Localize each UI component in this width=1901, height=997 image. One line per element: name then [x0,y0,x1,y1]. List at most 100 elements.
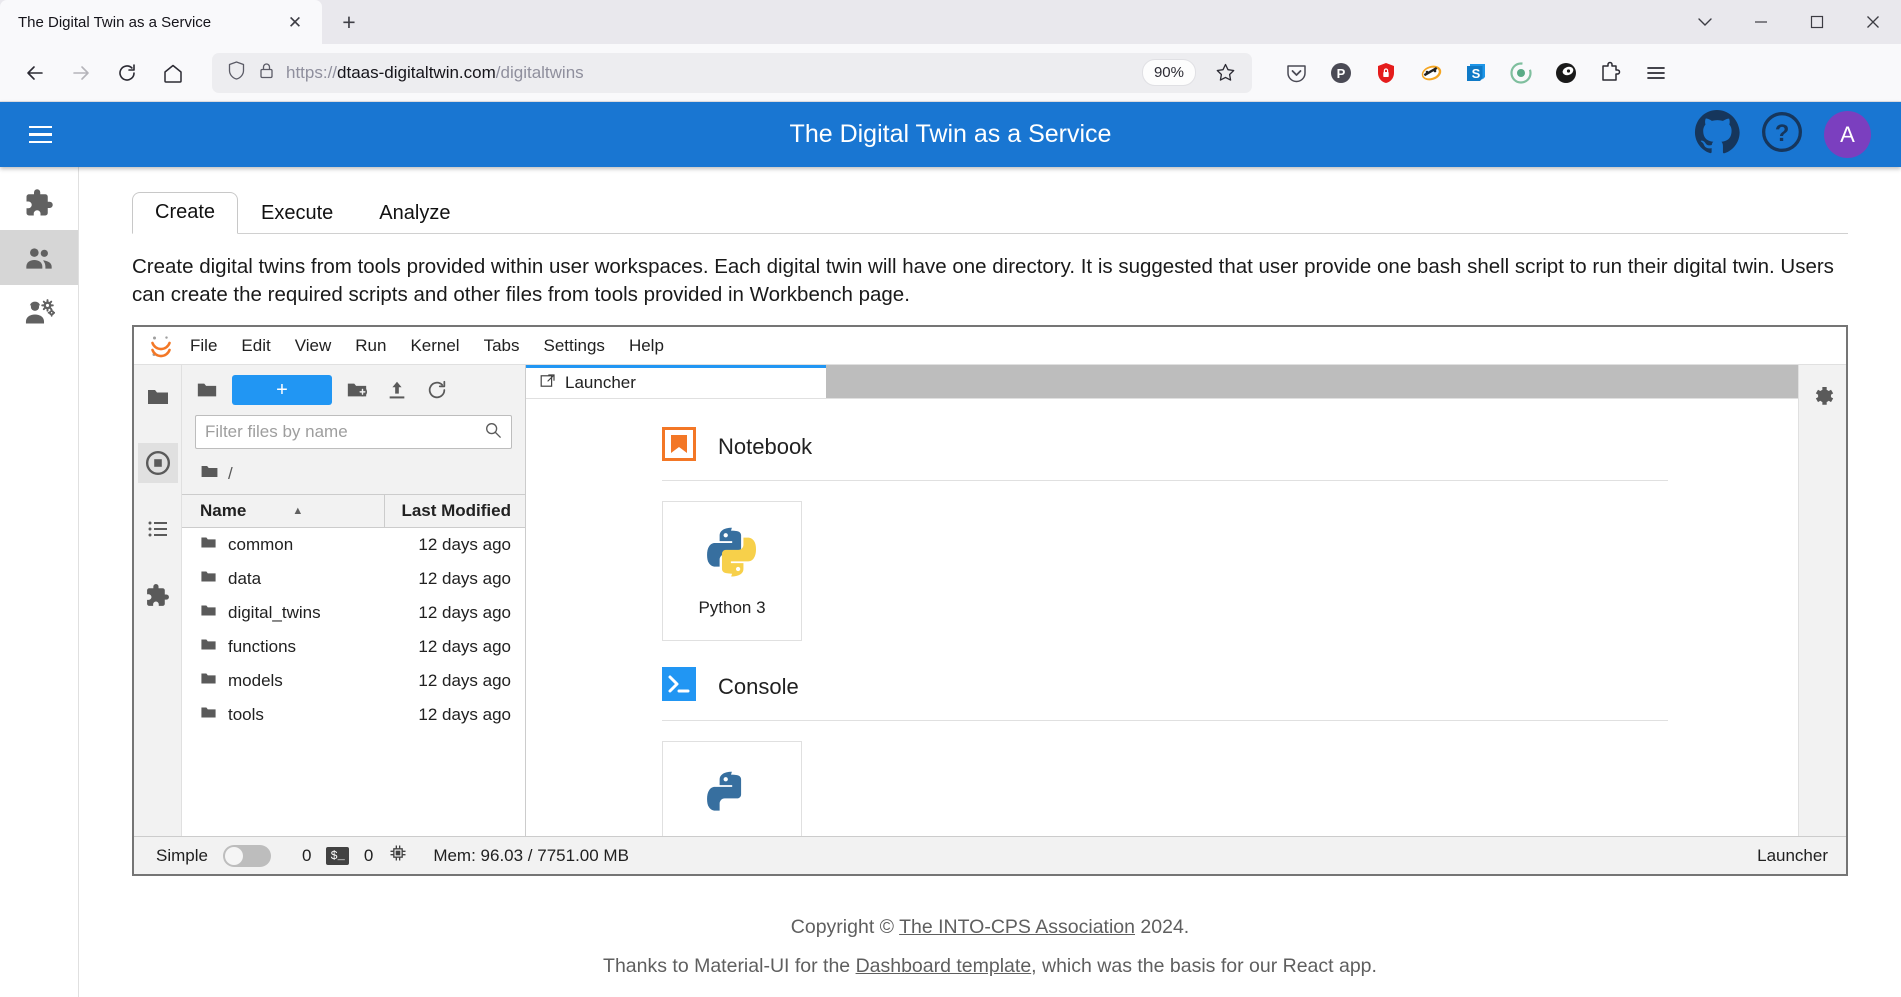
zoom-level-badge[interactable]: 90% [1142,59,1196,86]
column-header-name[interactable]: Name ▲ [182,495,385,527]
bookmark-star-icon[interactable] [1206,54,1244,92]
jupyter-menu-help[interactable]: Help [617,332,676,360]
dark-face-icon[interactable] [1546,53,1586,93]
privacy-badger-icon[interactable] [1411,53,1451,93]
file-name: tools [228,705,264,725]
app-menu-icon[interactable] [1636,53,1676,93]
url-text[interactable]: https://dtaas-digitaltwin.com/digitaltwi… [286,63,1132,83]
list-all-tabs-icon[interactable] [1677,0,1733,44]
maximize-icon[interactable] [1789,0,1845,44]
file-modified: 12 days ago [385,603,525,623]
tab-analyze[interactable]: Analyze [356,193,473,234]
file-row[interactable]: functions 12 days ago [182,630,525,664]
browser-extensions: P S [1270,53,1676,93]
copyright-suffix: 2024. [1135,916,1189,938]
file-modified: 12 days ago [385,705,525,725]
copyright-line: Copyright © The INTO-CPS Association 202… [132,908,1848,947]
jupyter-logo [144,334,178,358]
file-row[interactable]: tools 12 days ago [182,698,525,732]
jupyter-left-sidebar [134,365,182,836]
jupyter-menu-tabs[interactable]: Tabs [472,332,532,360]
header-actions: ? A [1694,109,1871,160]
file-modified: 12 days ago [385,671,525,691]
jupyter-menu-run[interactable]: Run [343,332,398,360]
folder-icon [200,704,217,726]
jupyter-menu-kernel[interactable]: Kernel [398,332,471,360]
browser-tab-bar: The Digital Twin as a Service ✕ + [0,0,1901,44]
file-filter-input[interactable]: Filter files by name [195,415,512,449]
extension-manager-icon[interactable] [138,575,178,615]
terminal-icon[interactable]: $_ [326,847,348,865]
table-of-contents-icon[interactable] [138,509,178,549]
file-row[interactable]: digital_twins 12 days ago [182,596,525,630]
file-browser-toolbar: + [182,365,525,415]
column-header-modified[interactable]: Last Modified [385,495,525,527]
tab-create[interactable]: Create [132,192,238,234]
launcher-card-python3[interactable]: Python 3 [662,501,802,641]
launcher-card-console-python3[interactable] [662,741,802,836]
search-icon[interactable] [484,421,502,444]
reload-icon[interactable] [106,52,148,94]
breadcrumb-root[interactable]: / [228,464,233,484]
into-cps-link[interactable]: The INTO-CPS Association [899,916,1135,938]
file-list-header: Name ▲ Last Modified [182,494,525,528]
home-icon[interactable] [152,52,194,94]
forward-arrow-icon [60,52,102,94]
tracking-shield-icon[interactable] [226,60,247,86]
dock-tab-launcher[interactable]: Launcher [526,365,826,398]
upload-icon[interactable] [382,375,412,405]
running-terminals-icon[interactable] [138,443,178,483]
refresh-icon[interactable] [422,375,452,405]
simple-mode-toggle[interactable] [223,845,271,867]
console-card-row [526,741,1798,836]
dock-tab-label: Launcher [565,373,636,393]
jupyterlab-embed: File Edit View Run Kernel Tabs Settings … [132,325,1848,876]
file-browser-icon[interactable] [138,377,178,417]
blue-s-icon[interactable]: S [1456,53,1496,93]
new-folder-icon[interactable] [342,375,372,405]
breadcrumb[interactable]: / [182,459,525,494]
pocket-icon[interactable] [1276,53,1316,93]
back-arrow-icon[interactable] [14,52,56,94]
main-content: Create Execute Analyze Create digital tw… [79,167,1901,997]
close-tab-icon[interactable]: ✕ [282,9,308,35]
svg-text:P: P [1337,66,1346,81]
puzzle-icon[interactable] [1591,53,1631,93]
close-window-icon[interactable] [1845,0,1901,44]
lock-icon[interactable] [257,61,276,85]
jupyter-main: + Filter files by name [134,365,1846,836]
sidebar-item-workbench[interactable] [0,285,78,340]
file-modified: 12 days ago [385,569,525,589]
notebook-bookmark-icon [662,427,696,466]
file-list: common 12 days ago data 12 days ago digi… [182,528,525,836]
property-inspector-icon[interactable] [1803,377,1843,417]
folder-icon [200,534,217,556]
jupyter-menu-view[interactable]: View [283,332,344,360]
file-row[interactable]: models 12 days ago [182,664,525,698]
jupyter-menu-file[interactable]: File [178,332,229,360]
minimize-icon[interactable] [1733,0,1789,44]
file-row[interactable]: common 12 days ago [182,528,525,562]
window-controls [1677,0,1901,44]
tab-execute[interactable]: Execute [238,193,356,234]
shield-lock-icon[interactable] [1366,53,1406,93]
new-tab-button[interactable]: + [330,3,368,41]
file-row[interactable]: data 12 days ago [182,562,525,596]
dashboard-template-link[interactable]: Dashboard template [856,955,1032,977]
help-circle-icon[interactable]: ? [1760,110,1804,159]
hamburger-menu-icon[interactable] [18,113,62,157]
jupyter-right-sidebar [1798,365,1846,836]
sidebar-item-library[interactable] [0,175,78,230]
pocket-p-icon[interactable]: P [1321,53,1361,93]
python-logo-icon [702,524,762,584]
new-launcher-button[interactable]: + [232,375,332,405]
jupyter-menu-settings[interactable]: Settings [532,332,617,360]
browser-tab[interactable]: The Digital Twin as a Service ✕ [0,0,322,44]
url-bar[interactable]: https://dtaas-digitaltwin.com/digitaltwi… [212,53,1252,93]
jupyter-menu-edit[interactable]: Edit [229,332,282,360]
file-name: digital_twins [228,603,321,623]
github-icon[interactable] [1694,109,1740,160]
green-target-icon[interactable] [1501,53,1541,93]
sidebar-item-digital-twins[interactable] [0,230,78,285]
avatar[interactable]: A [1824,111,1871,158]
